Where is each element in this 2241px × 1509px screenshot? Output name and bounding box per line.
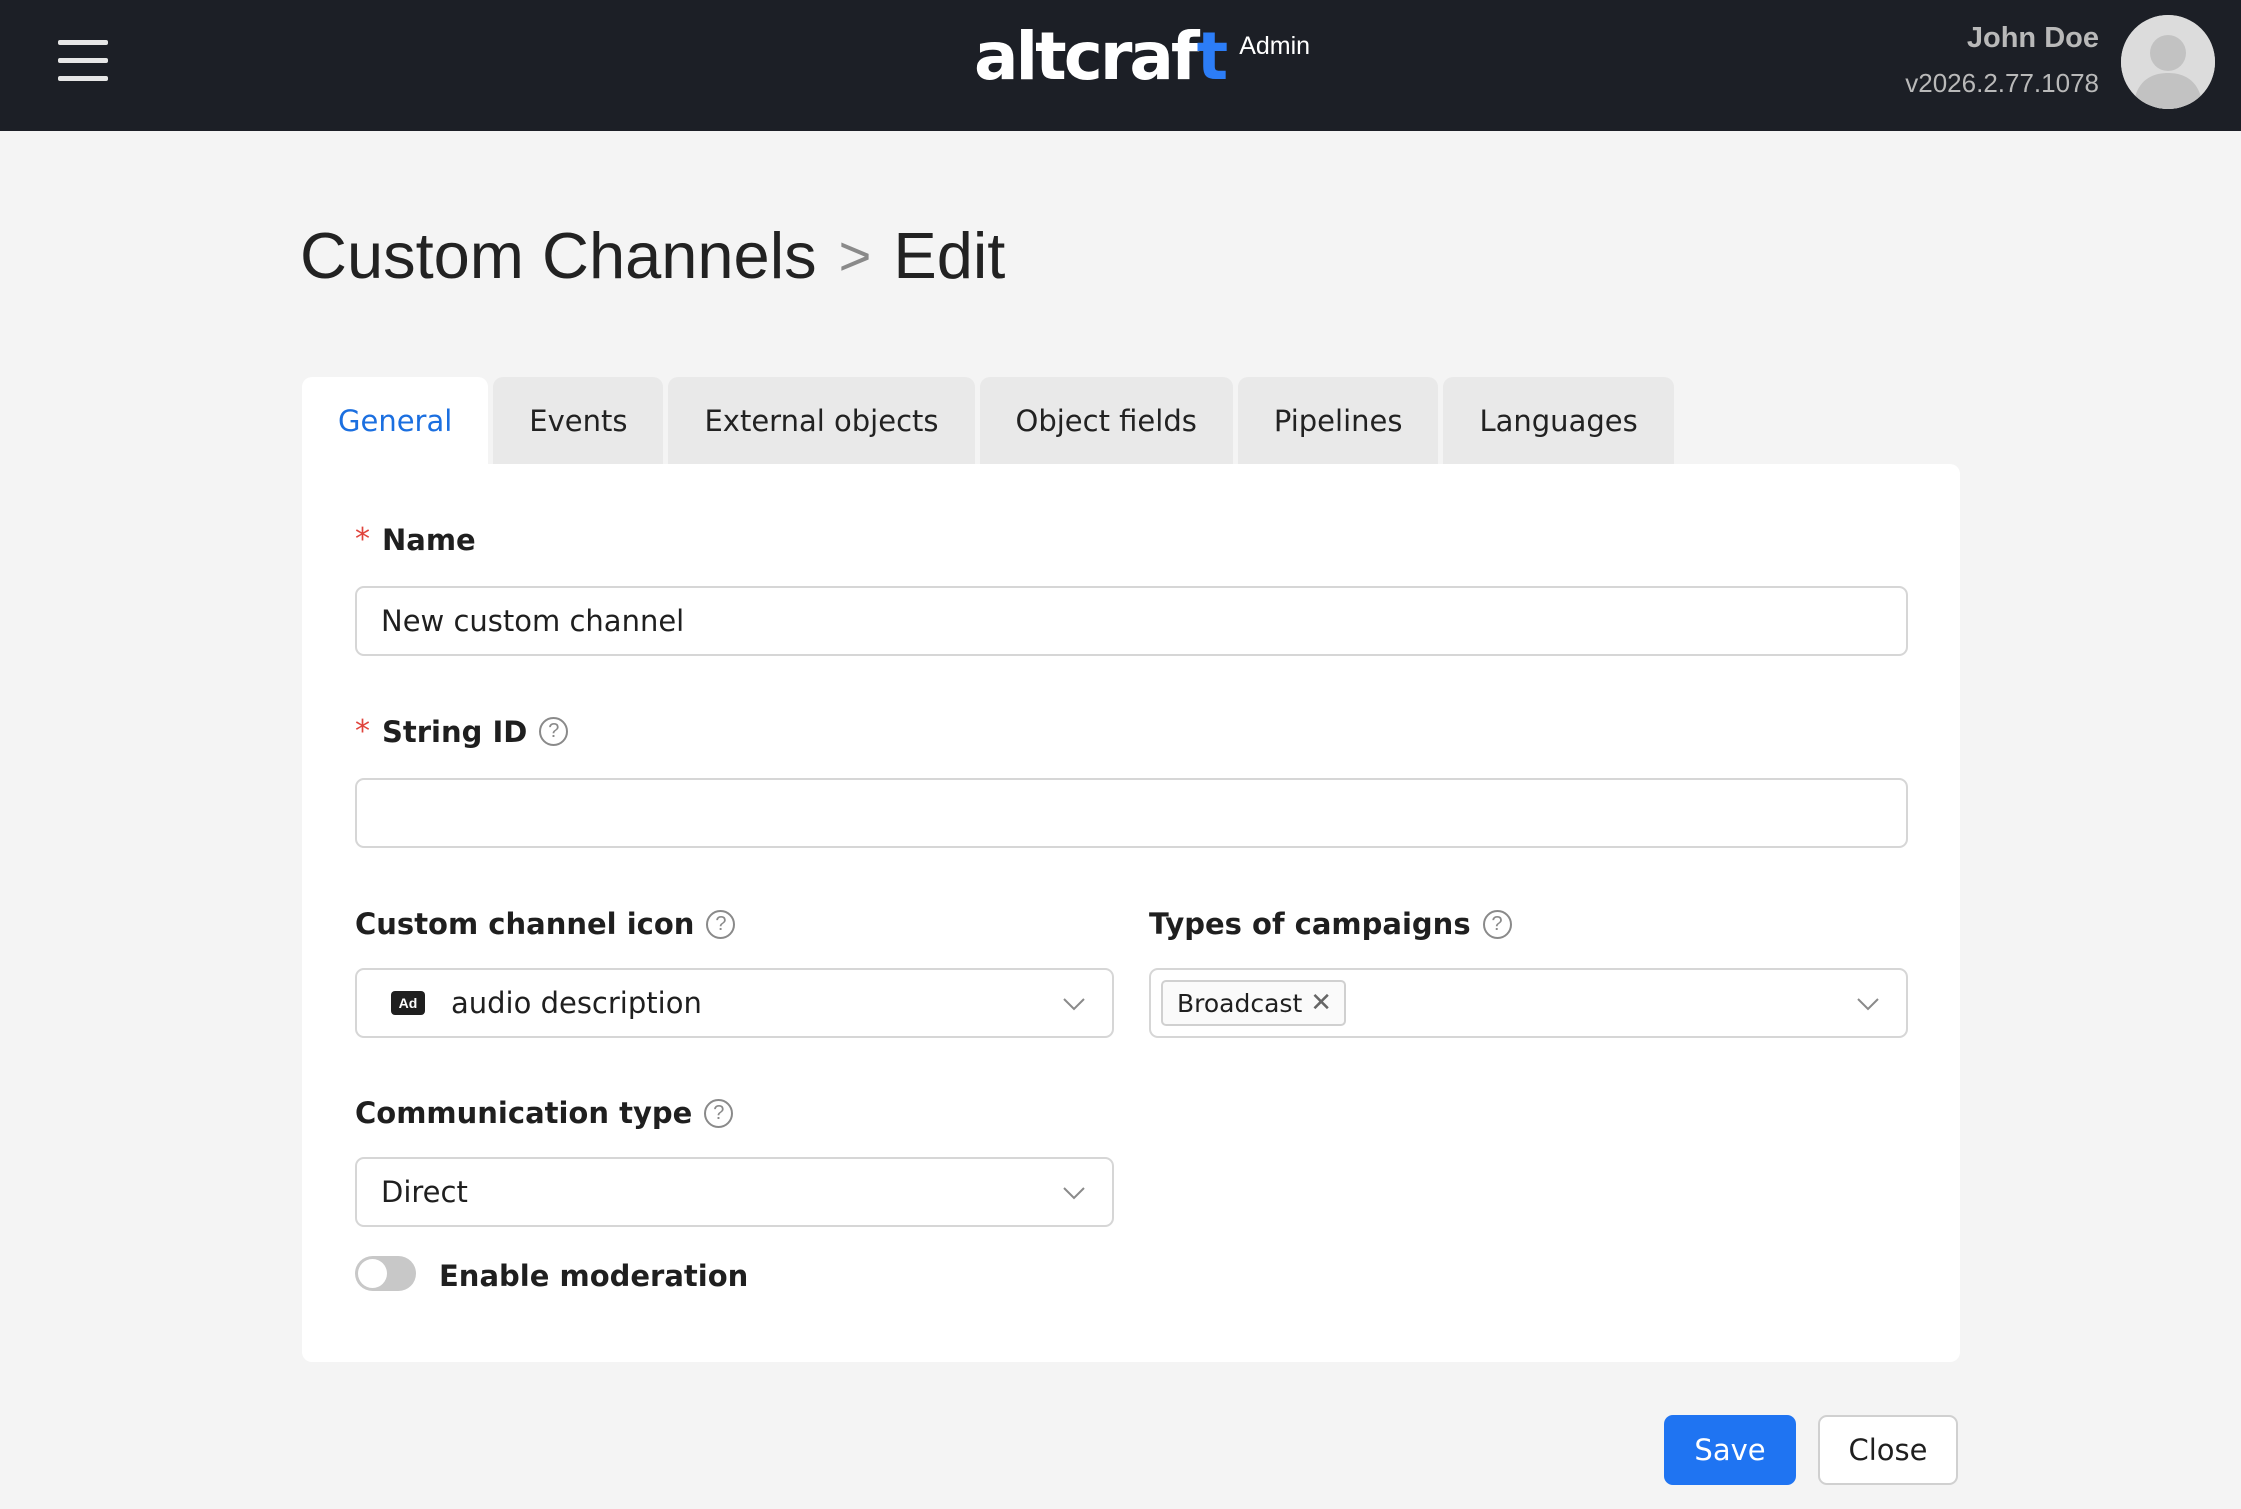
- breadcrumb-separator: >: [838, 224, 872, 287]
- campaign-types-label: Types of campaigns ?: [1149, 907, 1512, 941]
- tab-pipelines[interactable]: Pipelines: [1237, 377, 1439, 464]
- campaign-types-select[interactable]: Broadcast ✕: [1149, 968, 1908, 1038]
- moderation-label: Enable moderation: [439, 1259, 749, 1293]
- channel-icon-help-icon[interactable]: ?: [706, 909, 736, 939]
- save-button[interactable]: Save: [1664, 1415, 1796, 1485]
- breadcrumb-section[interactable]: Custom Channels: [300, 218, 817, 293]
- app-version: v2026.2.77.1078: [1905, 68, 2099, 98]
- campaign-type-tag: Broadcast ✕: [1161, 980, 1347, 1026]
- remove-tag-icon[interactable]: ✕: [1310, 988, 1332, 1018]
- breadcrumb-current: Edit: [893, 219, 1006, 292]
- communication-type-help-icon[interactable]: ?: [704, 1098, 734, 1128]
- string-id-label: * String ID ?: [355, 714, 569, 749]
- chevron-down-icon: [1063, 998, 1085, 1011]
- user-name[interactable]: John Doe: [1967, 22, 2099, 55]
- channel-icon-value: audio description: [451, 986, 702, 1020]
- logo-admin-badge: Admin: [1239, 32, 1311, 60]
- audio-description-icon: Ad: [391, 991, 425, 1015]
- tag-label: Broadcast: [1177, 988, 1303, 1018]
- communication-type-value: Direct: [381, 1175, 468, 1209]
- hamburger-menu-icon[interactable]: [58, 38, 108, 84]
- moderation-toggle[interactable]: [355, 1256, 416, 1291]
- tab-events[interactable]: Events: [493, 377, 664, 464]
- tab-bar: General Events External objects Object f…: [302, 377, 1679, 464]
- required-marker: *: [355, 522, 370, 557]
- logo-wordmark: altcraft: [974, 18, 1228, 95]
- name-input-value: New custom channel: [381, 604, 685, 638]
- channel-icon-label: Custom channel icon ?: [355, 907, 736, 941]
- chevron-down-icon: [1857, 998, 1879, 1011]
- tab-languages[interactable]: Languages: [1443, 377, 1674, 464]
- chevron-down-icon: [1063, 1187, 1085, 1200]
- channel-icon-select[interactable]: Ad audio description: [355, 968, 1114, 1038]
- communication-type-label: Communication type ?: [355, 1096, 734, 1130]
- tab-general[interactable]: General: [302, 377, 489, 464]
- campaign-types-help-icon[interactable]: ?: [1482, 909, 1512, 939]
- avatar-silhouette-icon: [2121, 15, 2215, 109]
- page-title: Custom Channels > Edit: [300, 218, 1005, 293]
- tab-external-objects[interactable]: External objects: [668, 377, 975, 464]
- user-avatar-icon[interactable]: [2121, 15, 2215, 109]
- string-id-help-icon[interactable]: ?: [539, 717, 569, 746]
- altcraft-logo[interactable]: altcraft Admin: [974, 22, 1310, 92]
- menu-line: [58, 58, 108, 63]
- communication-type-select[interactable]: Direct: [355, 1157, 1114, 1227]
- top-bar: altcraft Admin John Doe v2026.2.77.1078: [0, 0, 2241, 131]
- name-label: * Name: [355, 522, 476, 557]
- string-id-input[interactable]: [355, 778, 1908, 848]
- tab-object-fields[interactable]: Object fields: [979, 377, 1233, 464]
- toggle-knob: [358, 1259, 387, 1288]
- name-input[interactable]: New custom channel: [355, 586, 1908, 656]
- menu-line: [58, 76, 108, 81]
- required-marker: *: [355, 714, 370, 749]
- menu-line: [58, 40, 108, 45]
- close-button[interactable]: Close: [1818, 1415, 1958, 1485]
